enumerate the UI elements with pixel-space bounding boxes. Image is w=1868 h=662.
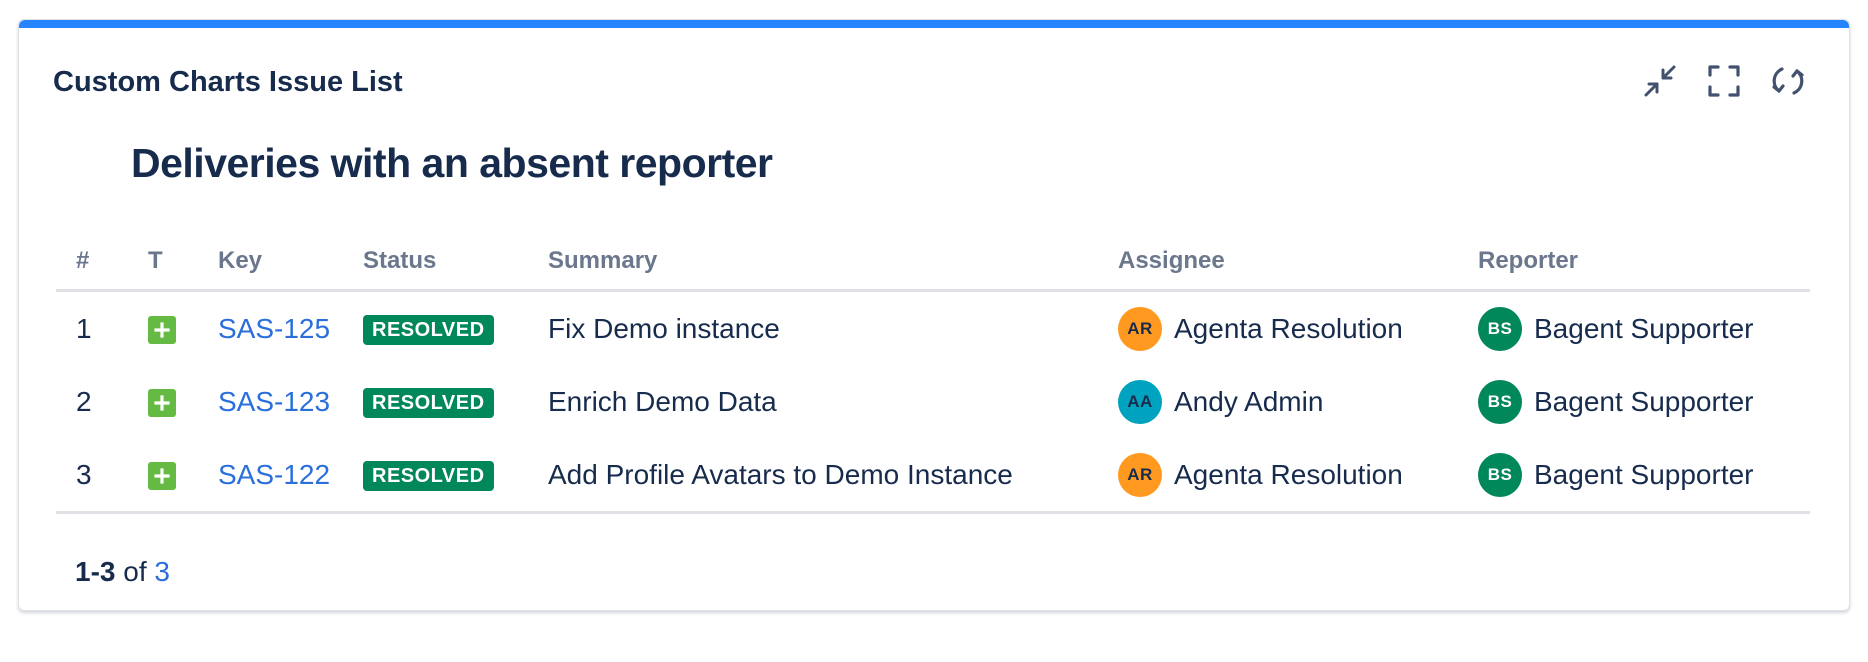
assignee-name: Agenta Resolution xyxy=(1174,312,1403,344)
new-feature-icon xyxy=(148,462,176,491)
issue-key-link[interactable]: SAS-122 xyxy=(218,459,330,490)
pagination-total-link[interactable]: 3 xyxy=(154,556,170,587)
avatar: AR xyxy=(1118,306,1162,351)
column-header-summary[interactable]: Summary xyxy=(528,233,1098,292)
status-badge: RESOLVED xyxy=(363,460,494,491)
table-row[interactable]: 1 SAS-125 RESOLVED Fix Demo instance AR … xyxy=(56,291,1810,366)
report-title: Deliveries with an absent reporter xyxy=(131,140,773,186)
avatar: AR xyxy=(1118,452,1162,497)
avatar: BS xyxy=(1478,306,1522,351)
column-header-reporter[interactable]: Reporter xyxy=(1458,233,1810,292)
refresh-button[interactable] xyxy=(1767,60,1809,102)
issue-key-link[interactable]: SAS-125 xyxy=(218,313,330,344)
table-header-row: # T Key Status Summary Assignee Reporter xyxy=(56,233,1810,292)
issue-key-link[interactable]: SAS-123 xyxy=(218,386,330,417)
avatar: AA xyxy=(1118,379,1162,424)
new-feature-icon xyxy=(148,316,176,345)
column-header-number[interactable]: # xyxy=(56,233,128,292)
new-feature-icon xyxy=(148,389,176,418)
column-header-assignee[interactable]: Assignee xyxy=(1098,233,1458,292)
column-header-key[interactable]: Key xyxy=(198,233,343,292)
column-header-type[interactable]: T xyxy=(128,233,198,292)
gadget-accent-bar xyxy=(19,20,1849,28)
gadget-panel: Custom Charts Issue List Deliveries with… xyxy=(18,19,1850,611)
row-number: 2 xyxy=(76,385,92,417)
assignee[interactable]: AR Agenta Resolution xyxy=(1118,452,1403,497)
fullscreen-button[interactable] xyxy=(1703,60,1745,102)
refresh-icon xyxy=(1772,67,1804,95)
reporter-name: Bagent Supporter xyxy=(1534,458,1754,490)
reporter-name: Bagent Supporter xyxy=(1534,312,1754,344)
assignee-name: Andy Admin xyxy=(1174,385,1324,417)
reporter[interactable]: BS Bagent Supporter xyxy=(1478,306,1754,351)
row-number: 1 xyxy=(76,312,92,344)
status-badge: RESOLVED xyxy=(363,387,494,418)
pagination: 1-3 of 3 xyxy=(75,556,170,588)
issue-summary[interactable]: Add Profile Avatars to Demo Instance xyxy=(528,438,1098,514)
table-row[interactable]: 3 SAS-122 RESOLVED Add Profile Avatars t… xyxy=(56,438,1810,514)
pagination-range: 1-3 xyxy=(75,556,116,587)
issue-summary[interactable]: Enrich Demo Data xyxy=(528,365,1098,438)
assignee[interactable]: AR Agenta Resolution xyxy=(1118,306,1403,351)
minimize-icon xyxy=(1644,65,1676,97)
reporter-name: Bagent Supporter xyxy=(1534,385,1754,417)
reporter[interactable]: BS Bagent Supporter xyxy=(1478,379,1754,424)
avatar: BS xyxy=(1478,379,1522,424)
gadget-title: Custom Charts Issue List xyxy=(53,66,403,98)
assignee-name: Agenta Resolution xyxy=(1174,458,1403,490)
column-header-status[interactable]: Status xyxy=(343,233,528,292)
issue-summary[interactable]: Fix Demo instance xyxy=(528,291,1098,366)
fullscreen-icon xyxy=(1708,65,1740,97)
issue-table: # T Key Status Summary Assignee Reporter… xyxy=(56,233,1810,514)
assignee[interactable]: AA Andy Admin xyxy=(1118,379,1324,424)
avatar: BS xyxy=(1478,452,1522,497)
pagination-of: of xyxy=(123,556,147,587)
reporter[interactable]: BS Bagent Supporter xyxy=(1478,452,1754,497)
table-row[interactable]: 2 SAS-123 RESOLVED Enrich Demo Data AA A… xyxy=(56,365,1810,438)
gadget-actions xyxy=(1639,60,1809,102)
status-badge: RESOLVED xyxy=(363,314,494,345)
row-number: 3 xyxy=(56,438,128,514)
minimize-button[interactable] xyxy=(1639,60,1681,102)
